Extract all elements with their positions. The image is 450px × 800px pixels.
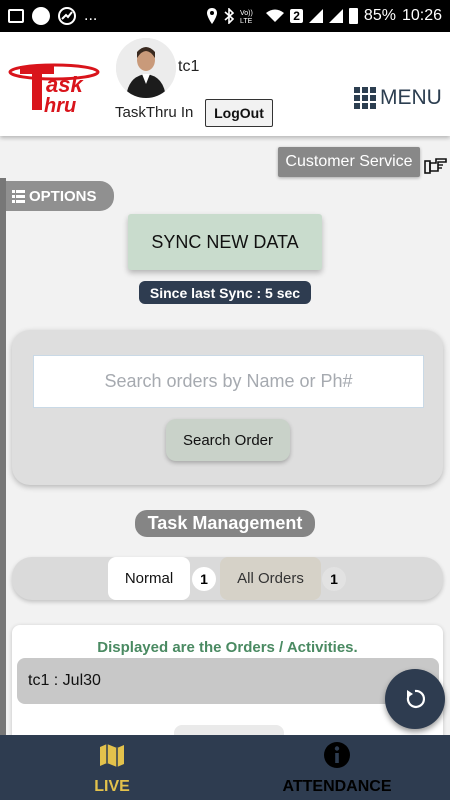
customer-service-button[interactable]: Customer Service (278, 147, 420, 177)
svg-text:Vo)): Vo)) (240, 10, 253, 17)
svg-text:ask: ask (46, 72, 84, 97)
taskthru-logo: ask hru (8, 63, 100, 116)
side-edge-bar (0, 178, 6, 736)
order-row[interactable]: tc1 : Jul30 (17, 658, 439, 704)
login-status: TaskThru In (115, 104, 194, 121)
image-notification-icon (8, 9, 24, 23)
location-icon (207, 8, 218, 24)
tab-normal[interactable]: Normal (108, 557, 190, 600)
battery-icon (348, 8, 358, 24)
menu-label: MENU (380, 86, 442, 109)
nav-attendance[interactable]: ATTENDANCE (270, 735, 404, 800)
volte-icon: Vo))LTE (240, 10, 253, 24)
menu-button[interactable]: MENU (354, 86, 442, 110)
svg-text:hru: hru (44, 95, 76, 116)
wifi-icon (266, 9, 285, 22)
options-toggle[interactable]: OPTIONS (6, 181, 114, 211)
search-order-button[interactable]: Search Order (166, 419, 290, 461)
refresh-icon (406, 689, 426, 708)
tab-all-orders[interactable]: All Orders (220, 557, 321, 600)
task-management-title: Task Management (135, 510, 315, 537)
order-tabs: Normal 1 All Orders 1 (12, 557, 443, 600)
more-notifications: ... (84, 7, 98, 24)
orders-note: Displayed are the Orders / Activities. (97, 639, 358, 656)
clock: 10:26 (401, 7, 442, 24)
trending-notification-icon (58, 7, 76, 25)
logout-button[interactable]: LogOut (205, 99, 273, 127)
status-bar: ... Vo)) LTE 2 85% 10:26 (0, 0, 450, 32)
map-icon (100, 744, 124, 767)
normal-count-badge: 1 (192, 567, 216, 591)
refresh-button[interactable] (385, 669, 445, 729)
info-icon (324, 742, 350, 768)
username: tc1 (178, 58, 200, 75)
app-header: ask hru tc1 TaskThru In LogOut MENU (0, 32, 450, 136)
battery-percent: 85% (363, 7, 396, 24)
grid-icon (354, 87, 376, 109)
sync-new-data-button[interactable]: SYNC NEW DATA (128, 214, 322, 270)
chat-notification-icon (32, 7, 50, 25)
bluetooth-icon (224, 8, 235, 24)
signal-icon (308, 9, 323, 23)
nav-live-label: LIVE (94, 778, 130, 795)
sim-badge: 2 (290, 9, 303, 23)
avatar[interactable] (116, 38, 176, 98)
bottom-navigation: LIVE ATTENDANCE (0, 735, 450, 800)
nav-attendance-label: ATTENDANCE (282, 778, 392, 795)
search-orders-input[interactable] (33, 355, 424, 408)
svg-text:LTE: LTE (240, 18, 253, 24)
last-sync-badge: Since last Sync : 5 sec (139, 281, 311, 304)
nav-live[interactable]: LIVE (66, 735, 158, 800)
orders-panel: Displayed are the Orders / Activities. t… (12, 625, 443, 745)
list-icon (12, 189, 25, 203)
pointing-hand-icon (424, 158, 447, 174)
signal-2-icon (328, 9, 343, 23)
search-panel: Search Order (12, 330, 443, 485)
options-label: OPTIONS (29, 187, 97, 205)
all-orders-count-badge: 1 (322, 567, 346, 591)
